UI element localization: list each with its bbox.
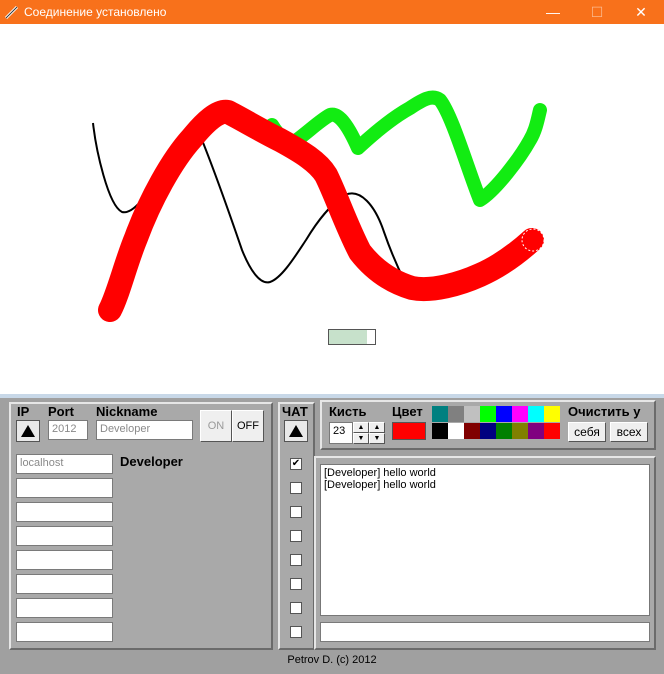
ip-list-item[interactable]	[16, 502, 113, 522]
panel-top-strip	[0, 394, 664, 398]
user-checkbox[interactable]	[290, 482, 302, 494]
chat-group: [Developer] hello world [Developer] hell…	[314, 456, 656, 650]
palette-color-swatch[interactable]	[496, 406, 512, 422]
palette-color-swatch[interactable]	[432, 423, 448, 439]
chat-toggle-group: ЧАТ ✔	[278, 402, 315, 650]
clear-self-button[interactable]: себя	[568, 422, 606, 442]
chat-input[interactable]	[320, 622, 650, 642]
red-stroke	[98, 99, 544, 322]
palette-color-swatch[interactable]	[448, 423, 464, 439]
current-color-swatch	[392, 422, 426, 440]
color-palette	[432, 406, 562, 440]
ip-list-item[interactable]	[16, 574, 113, 594]
spinner-down-button[interactable]: ▼	[369, 433, 385, 444]
ip-list-item[interactable]	[16, 478, 113, 498]
spinner-down-button[interactable]: ▼	[353, 433, 369, 444]
drawing-canvas[interactable]	[0, 24, 664, 394]
user-checkbox[interactable]	[290, 506, 302, 518]
triangle-up-icon	[289, 425, 303, 437]
ip-dropdown-button[interactable]	[16, 420, 40, 442]
off-button[interactable]: OFF	[232, 410, 264, 442]
on-button[interactable]: ON	[200, 410, 232, 442]
palette-color-swatch[interactable]	[528, 423, 544, 439]
palette-color-swatch[interactable]	[544, 406, 560, 422]
palette-color-swatch[interactable]	[496, 423, 512, 439]
user-checkbox[interactable]	[290, 578, 302, 590]
palette-color-swatch[interactable]	[432, 406, 448, 422]
user-checkbox[interactable]	[290, 530, 302, 542]
clear-all-button[interactable]: всех	[610, 422, 648, 442]
brush-label: Кисть	[329, 404, 367, 419]
palette-color-swatch[interactable]	[448, 406, 464, 422]
color-label: Цвет	[392, 404, 423, 419]
palette-color-swatch[interactable]	[512, 406, 528, 422]
triangle-up-icon	[21, 425, 35, 437]
palette-color-swatch[interactable]	[544, 423, 560, 439]
ip-label: IP	[17, 404, 30, 419]
nickname-label: Nickname	[96, 404, 158, 419]
chat-label: ЧАТ	[282, 404, 308, 419]
window-title: Соединение установлено	[24, 5, 167, 19]
current-nickname: Developer	[120, 454, 183, 469]
palette-color-swatch[interactable]	[464, 423, 480, 439]
chat-message: [Developer] hello world	[324, 467, 436, 479]
chat-toggle-button[interactable]	[284, 420, 308, 442]
user-checkbox[interactable]: ✔	[290, 458, 302, 470]
nickname-field[interactable]: Developer	[96, 420, 193, 440]
port-label: Port	[48, 404, 74, 419]
brush-group: Кисть 23 ▲ ▼ ▲ ▼ Цвет Очистить у себя вс…	[320, 400, 656, 450]
connection-group: IP Port Nickname 2012 Developer ON OFF l…	[9, 402, 273, 650]
brush-size-spinner[interactable]: 23 ▲ ▼ ▲ ▼	[329, 422, 385, 444]
brush-size-field[interactable]: 23	[329, 422, 353, 444]
ip-list-item[interactable]	[16, 526, 113, 546]
pencil-icon	[4, 5, 19, 20]
close-button[interactable]: ✕	[618, 0, 664, 24]
chat-messages[interactable]: [Developer] hello world [Developer] hell…	[320, 464, 650, 616]
palette-color-swatch[interactable]	[480, 423, 496, 439]
ip-list-item[interactable]	[16, 622, 113, 642]
user-checkbox[interactable]	[290, 602, 302, 614]
palette-color-swatch[interactable]	[480, 406, 496, 422]
palette-color-swatch[interactable]	[464, 406, 480, 422]
port-field[interactable]: 2012	[48, 420, 88, 440]
brush-size-indicator-fill	[329, 330, 367, 344]
maximize-button[interactable]: ☐	[574, 0, 620, 24]
ip-list-item[interactable]	[16, 550, 113, 570]
user-checkbox[interactable]	[290, 626, 302, 638]
ip-list-item[interactable]: localhost	[16, 454, 113, 474]
user-checkbox[interactable]	[290, 554, 302, 566]
title-bar: Соединение установлено — ☐ ✕	[0, 0, 664, 24]
palette-color-swatch[interactable]	[512, 423, 528, 439]
clear-label: Очистить у	[568, 404, 641, 419]
minimize-button[interactable]: —	[530, 0, 576, 24]
palette-color-swatch[interactable]	[528, 406, 544, 422]
footer-credit: Petrov D. (c) 2012	[287, 654, 377, 666]
spinner-up-button[interactable]: ▲	[353, 422, 369, 433]
brush-size-indicator	[328, 329, 376, 345]
ip-list-item[interactable]	[16, 598, 113, 618]
chat-message: [Developer] hello world	[324, 479, 436, 491]
spinner-up-button[interactable]: ▲	[369, 422, 385, 433]
